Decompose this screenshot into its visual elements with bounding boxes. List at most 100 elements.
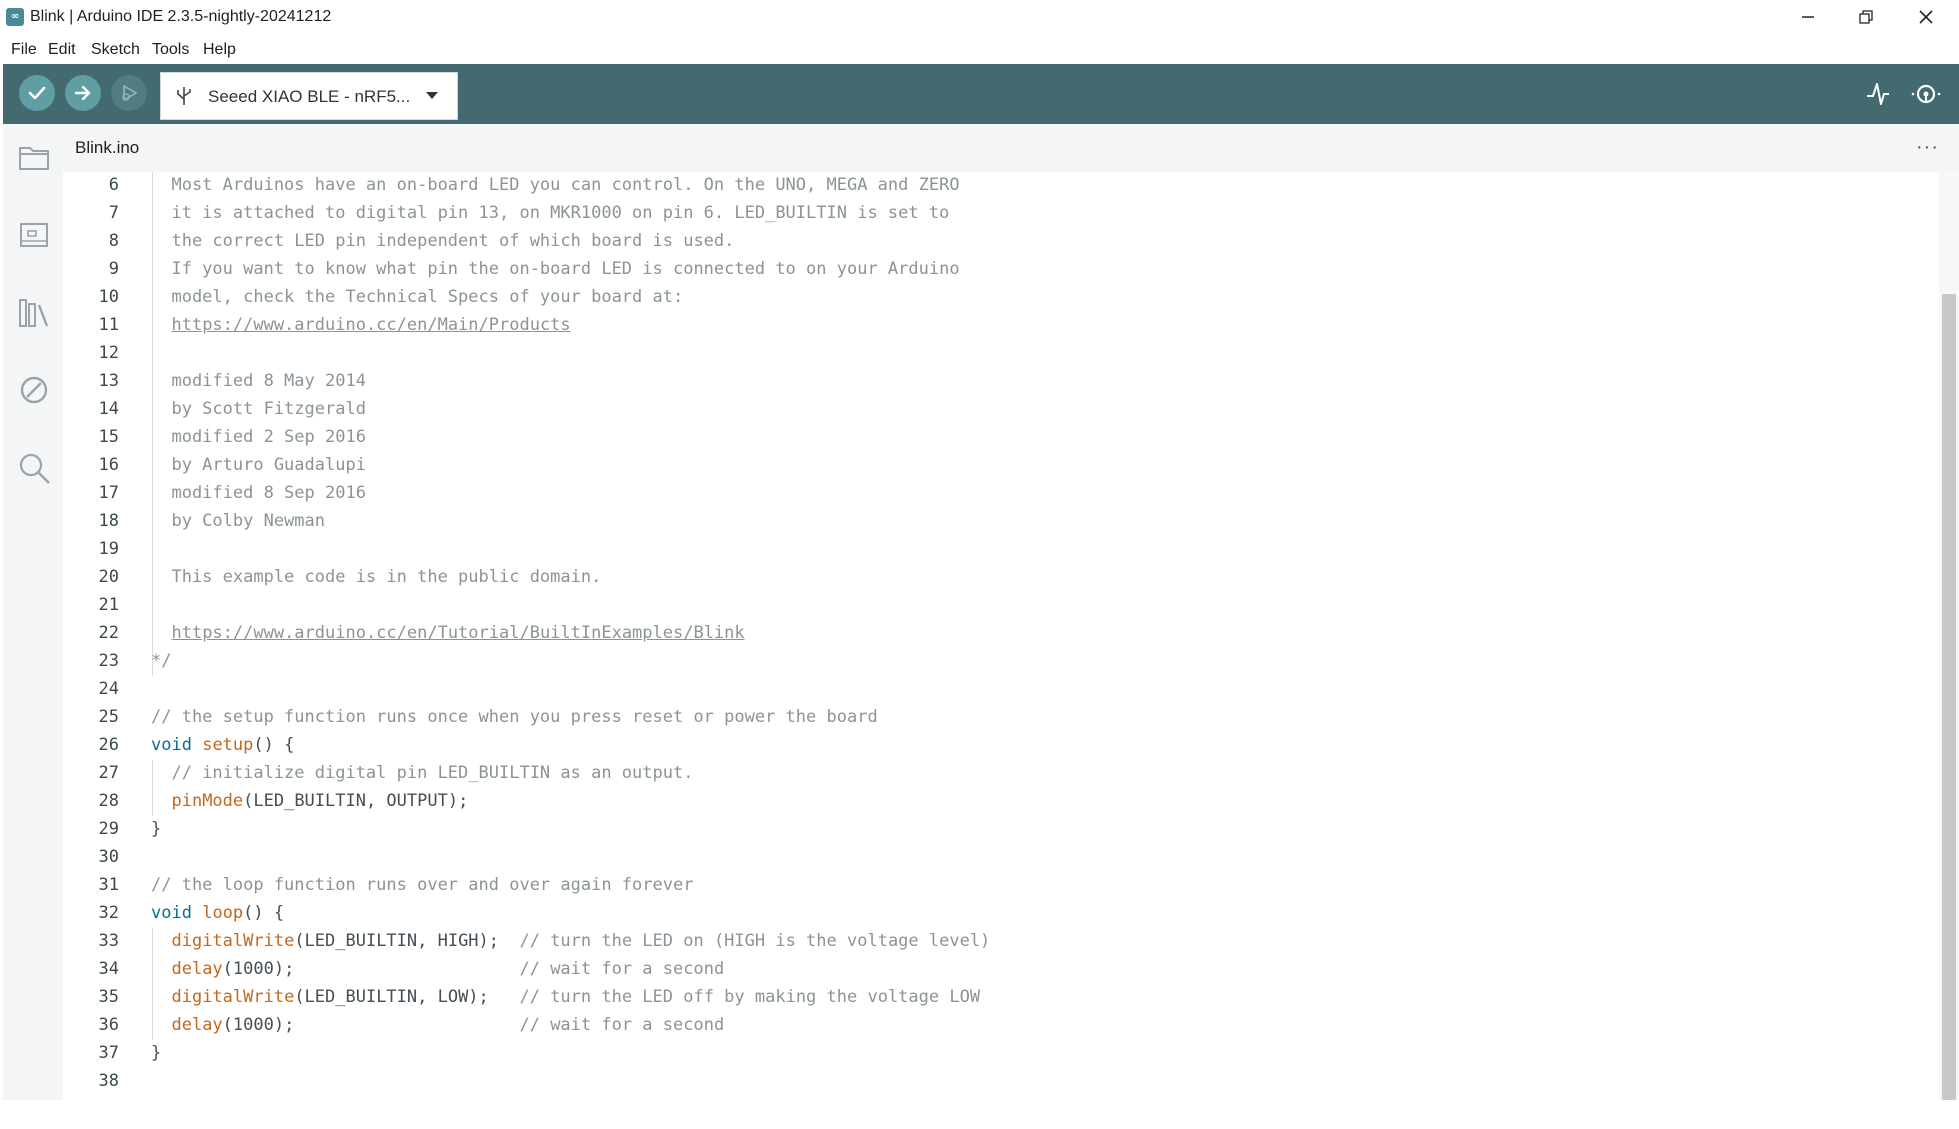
board-selector[interactable]: Seeed XIAO BLE - nRF5... <box>160 72 458 120</box>
code-text: modified 8 May 2014 <box>151 371 365 391</box>
serial-plotter-icon[interactable] <box>1865 80 1891 108</box>
code-token: // wait for a second <box>519 1015 725 1035</box>
line-number: 29 <box>98 819 119 839</box>
code-line: 10 model, check the Technical Specs of y… <box>63 284 1939 312</box>
code-line: 34 delay(1000); // wait for a second <box>63 956 1939 984</box>
code-text: digitalWrite(LED_BUILTIN, LOW); // turn … <box>151 987 980 1007</box>
code-token: // turn the LED off by making the voltag… <box>519 987 981 1007</box>
code-line: 18 by Colby Newman <box>63 508 1939 536</box>
debug-disabled-icon[interactable] <box>18 374 50 406</box>
line-number: 25 <box>98 707 119 727</box>
minimize-button[interactable] <box>1779 0 1837 34</box>
debug-button[interactable] <box>111 75 147 111</box>
usb-icon <box>177 87 191 105</box>
code-text: If you want to know what pin the on-boar… <box>151 259 959 279</box>
code-token: (LED_BUILTIN, HIGH); <box>294 931 520 951</box>
code-text: modified 2 Sep 2016 <box>151 427 365 447</box>
upload-button[interactable] <box>65 75 101 111</box>
menu-tools[interactable]: Tools <box>152 41 189 59</box>
restore-icon <box>1859 10 1873 24</box>
code-line: 29} <box>63 816 1939 844</box>
code-token: delay <box>171 959 223 979</box>
code-token: pinMode <box>171 791 244 811</box>
code-text: modified 8 Sep 2016 <box>151 483 365 503</box>
line-number: 30 <box>98 847 119 867</box>
menu-sketch[interactable]: Sketch <box>91 41 140 59</box>
serial-monitor-icon[interactable] <box>1909 80 1943 108</box>
code-text: // initialize digital pin LED_BUILTIN as… <box>151 763 693 783</box>
title-bar: ∞ Blink | Arduino IDE 2.3.5-nightly-2024… <box>0 0 1959 34</box>
line-number: 9 <box>108 259 119 279</box>
activity-sidebar <box>3 124 63 1100</box>
code-line: 24 <box>63 676 1939 704</box>
code-text: https://www.arduino.cc/en/Main/Products <box>151 315 570 335</box>
line-number: 20 <box>98 567 119 587</box>
code-token: digitalWrite <box>171 931 295 951</box>
code-text: digitalWrite(LED_BUILTIN, HIGH); // turn… <box>151 931 990 951</box>
code-line: 33 digitalWrite(LED_BUILTIN, HIGH); // t… <box>63 928 1939 956</box>
code-line: 11 https://www.arduino.cc/en/Main/Produc… <box>63 312 1939 340</box>
editor-scrollbar[interactable] <box>1939 172 1959 1100</box>
editor-tab-bar: Blink.ino ··· <box>63 124 1959 172</box>
code-token: loop <box>202 903 244 923</box>
code-token: by Scott Fitzgerald <box>151 399 366 419</box>
code-text: it is attached to digital pin 13, on MKR… <box>151 203 949 223</box>
code-line: 7 it is attached to digital pin 13, on M… <box>63 200 1939 228</box>
code-editor[interactable]: 6 Most Arduinos have an on-board LED you… <box>63 172 1939 1100</box>
code-token: (1000); <box>222 1015 520 1035</box>
menu-help[interactable]: Help <box>203 41 236 59</box>
code-line: 38 <box>63 1068 1939 1096</box>
boards-manager-icon[interactable] <box>18 220 50 250</box>
code-token: void <box>151 735 192 755</box>
code-token: (LED_BUILTIN, LOW); <box>294 987 520 1007</box>
code-line: 14 by Scott Fitzgerald <box>63 396 1939 424</box>
code-link[interactable]: https://www.arduino.cc/en/Tutorial/Built… <box>171 623 744 643</box>
code-token: } <box>151 1043 162 1063</box>
close-button[interactable] <box>1897 0 1955 34</box>
code-text: void setup() { <box>151 735 294 755</box>
code-token: the correct LED pin independent of which… <box>151 231 735 251</box>
line-number: 23 <box>98 651 119 671</box>
code-line: 23 */ <box>63 648 1939 676</box>
menu-edit[interactable]: Edit <box>48 41 76 59</box>
sketchbook-folder-icon[interactable] <box>18 142 50 172</box>
code-token: by Colby Newman <box>151 511 325 531</box>
line-number: 31 <box>98 875 119 895</box>
code-line: 21 <box>63 592 1939 620</box>
code-token: This example code is in the public domai… <box>151 567 602 587</box>
line-number: 32 <box>98 903 119 923</box>
restore-button[interactable] <box>1837 0 1895 34</box>
tab-blink-ino[interactable]: Blink.ino <box>63 124 152 172</box>
library-manager-icon[interactable] <box>18 296 50 330</box>
code-line: 15 modified 2 Sep 2016 <box>63 424 1939 452</box>
line-number: 16 <box>98 455 119 475</box>
code-text: by Arturo Guadalupi <box>151 455 366 475</box>
verify-button[interactable] <box>19 75 55 111</box>
code-line: 17 modified 8 Sep 2016 <box>63 480 1939 508</box>
tab-label: Blink.ino <box>75 138 140 157</box>
code-token: model, check the Technical Specs of your… <box>151 287 684 307</box>
code-text: delay(1000); // wait for a second <box>151 959 724 979</box>
code-text: delay(1000); // wait for a second <box>151 1015 724 1035</box>
code-text: } <box>151 1043 161 1063</box>
code-token: by Arturo Guadalupi <box>151 455 366 475</box>
search-icon[interactable] <box>18 452 52 486</box>
menu-file[interactable]: File <box>11 41 37 59</box>
code-token: // the loop function runs over and over … <box>151 875 694 895</box>
code-token: setup <box>202 735 254 755</box>
line-number: 22 <box>98 623 119 643</box>
more-options-icon[interactable]: ··· <box>1916 136 1939 159</box>
code-link[interactable]: https://www.arduino.cc/en/Main/Products <box>171 315 570 335</box>
code-line: 27 // initialize digital pin LED_BUILTIN… <box>63 760 1939 788</box>
line-number: 19 <box>98 539 119 559</box>
code-text: // the loop function runs over and over … <box>151 875 693 895</box>
line-number: 36 <box>98 1015 119 1035</box>
scrollbar-thumb[interactable] <box>1942 294 1956 1100</box>
code-text: */ <box>151 651 171 671</box>
code-line: 28 pinMode(LED_BUILTIN, OUTPUT); <box>63 788 1939 816</box>
line-number: 7 <box>108 203 119 223</box>
